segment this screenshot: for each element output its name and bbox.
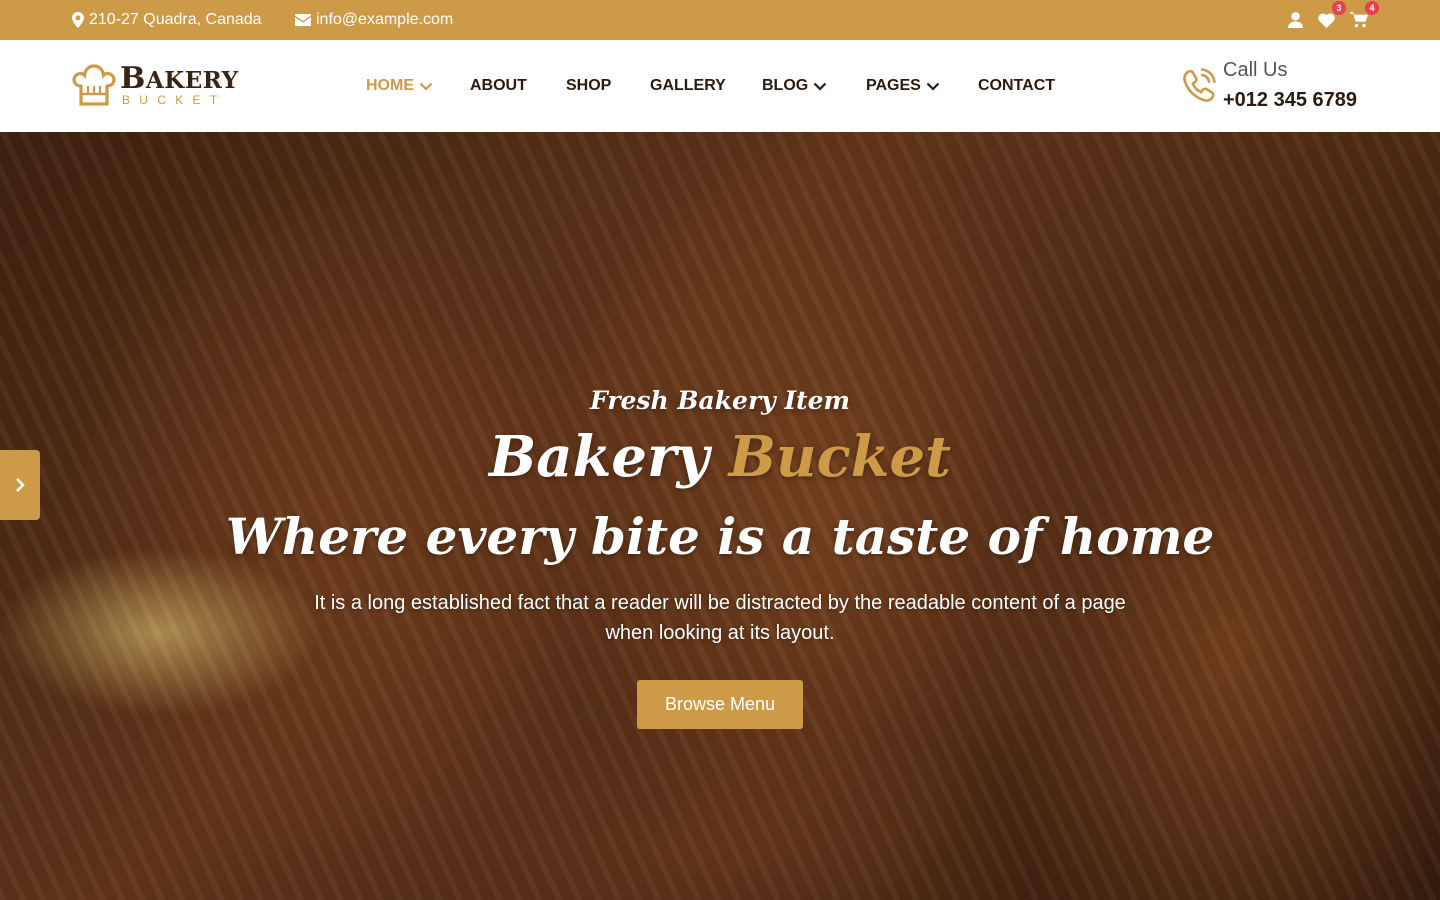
- nav-about-label: ABOUT: [470, 77, 527, 94]
- chef-hat-icon: [72, 64, 116, 106]
- top-bar: 210-27 Quadra, Canada info@example.com 3…: [0, 0, 1440, 40]
- map-pin-icon: [72, 12, 84, 28]
- hero-title-plain: Bakery: [488, 424, 710, 490]
- logo-subtitle: BUCKET: [122, 93, 227, 107]
- chevron-down-icon: [813, 82, 827, 91]
- chevron-right-icon: [16, 478, 25, 492]
- nav-gallery[interactable]: GALLERY: [650, 40, 726, 132]
- hero-subtitle: Where every bite is a taste of home: [225, 507, 1215, 566]
- address-text: 210-27 Quadra, Canada: [89, 11, 262, 28]
- main-header: BAKERY BUCKET HOME ABOUT SHOP GALLERY BL…: [0, 40, 1440, 132]
- nav-about[interactable]: ABOUT: [470, 40, 527, 132]
- hero-title-accent: Bucket: [728, 424, 952, 490]
- nav-shop[interactable]: SHOP: [566, 40, 611, 132]
- nav-shop-label: SHOP: [566, 77, 612, 94]
- chevron-down-icon: [419, 82, 433, 91]
- cart-icon: [1350, 12, 1368, 28]
- nav-home-label: HOME: [366, 77, 414, 94]
- cart-button[interactable]: 4: [1349, 1, 1379, 30]
- phone-call-icon: [1183, 68, 1216, 102]
- wishlist-count-badge: 3: [1332, 1, 1346, 15]
- slider-next-button[interactable]: [0, 450, 40, 520]
- email-link[interactable]: info@example.com: [316, 11, 453, 29]
- nav-pages-label: PAGES: [866, 77, 921, 94]
- hero-eyebrow: Fresh Bakery Item: [590, 386, 850, 415]
- hero-section: Fresh Bakery Item Bakery Bucket Where ev…: [0, 132, 1440, 900]
- call-label: Call Us: [1223, 59, 1288, 81]
- account-button[interactable]: [1285, 10, 1305, 30]
- nav-blog[interactable]: BLOG: [762, 40, 827, 132]
- call-number[interactable]: +012 345 6789: [1223, 89, 1357, 112]
- logo-word-rest: AKERY: [145, 67, 239, 94]
- hero-content: Fresh Bakery Item Bakery Bucket Where ev…: [0, 132, 1440, 900]
- hero-paragraph: It is a long established fact that a rea…: [314, 592, 1126, 644]
- nav-contact-label: CONTACT: [978, 77, 1056, 94]
- hero-title: Bakery Bucket: [0, 422, 1440, 492]
- nav-gallery-label: GALLERY: [650, 77, 726, 94]
- user-icon: [1287, 12, 1303, 28]
- nav-contact[interactable]: CONTACT: [978, 40, 1055, 132]
- logo-initial: B: [120, 61, 146, 96]
- address: 210-27 Quadra, Canada: [72, 0, 262, 40]
- browse-menu-button[interactable]: Browse Menu: [637, 680, 803, 729]
- heart-icon: [1317, 13, 1335, 28]
- logo-wordmark: BAKERY: [120, 64, 239, 96]
- nav-home[interactable]: HOME: [366, 40, 433, 132]
- cart-count-badge: 4: [1365, 1, 1379, 15]
- wishlist-button[interactable]: 3: [1316, 1, 1346, 30]
- nav-blog-label: BLOG: [762, 77, 809, 94]
- chevron-down-icon: [926, 82, 940, 91]
- email[interactable]: info@example.com: [295, 0, 453, 40]
- nav-pages[interactable]: PAGES: [866, 40, 940, 132]
- logo[interactable]: BAKERY BUCKET: [72, 62, 242, 110]
- envelope-icon: [295, 14, 311, 26]
